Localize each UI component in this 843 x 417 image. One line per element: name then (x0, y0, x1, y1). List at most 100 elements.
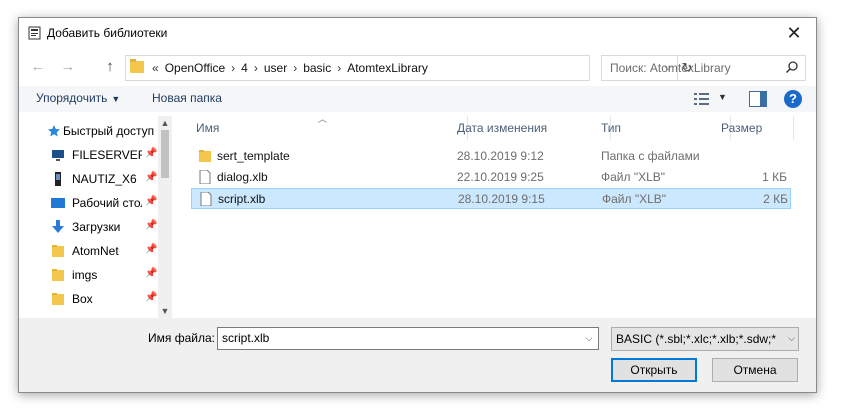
sidebar-item-fileserver[interactable]: FILESERVER 📌 (19, 144, 174, 166)
phone-icon (55, 172, 61, 186)
file-name: script.xlb (218, 192, 266, 206)
dialog-footer: Имя файла: script.xlb ⌵ BASIC (*.sbl;*.x… (19, 318, 816, 392)
navigation-pane: Быстрый доступ FILESERVER 📌 NAUTIZ_X6 📌 … (19, 116, 174, 318)
breadcrumb-item[interactable]: AtomtexLibrary (347, 61, 428, 75)
sidebar-item-label: AtomNet (72, 244, 119, 258)
new-folder-button[interactable]: Новая папка (152, 91, 222, 105)
title-bar: Добавить библиотеки ✕ (19, 18, 816, 48)
search-box[interactable]: Поиск: AtomtexLibrary (601, 55, 806, 81)
sort-ascending-icon: ︿ (318, 114, 328, 124)
sidebar-item-atomnet[interactable]: AtomNet 📌 (19, 240, 174, 262)
chevron-down-icon[interactable]: ⌵ (582, 329, 596, 348)
chevron-right-icon[interactable]: › (231, 61, 235, 75)
up-button[interactable]: ↑ (101, 58, 119, 76)
table-row[interactable]: sert_template 28.10.2019 9:12 Папка с фа… (191, 146, 791, 167)
scrollbar-thumb[interactable] (161, 130, 169, 178)
file-date: 28.10.2019 9:12 (457, 149, 544, 163)
library-icon (28, 26, 41, 40)
sidebar-item-desktop[interactable]: Рабочий стол 📌 (19, 192, 174, 214)
breadcrumb-item[interactable]: 4 (241, 61, 248, 75)
download-icon (52, 220, 64, 233)
scroll-down-icon[interactable]: ▼ (158, 306, 172, 316)
column-header-date[interactable]: Дата изменения (457, 121, 547, 135)
table-row-selected[interactable]: script.xlb 28.10.2019 9:15 Файл "XLB" 2 … (191, 188, 791, 209)
chevron-down-icon[interactable]: ▼ (718, 92, 727, 102)
sidebar-item-label: Box (72, 292, 93, 306)
help-icon[interactable]: ? (784, 90, 802, 108)
pin-icon[interactable]: 📌 (145, 292, 157, 303)
filename-value[interactable]: script.xlb (222, 331, 269, 345)
pin-icon[interactable]: 📌 (145, 244, 157, 255)
cancel-button[interactable]: Отмена (712, 358, 798, 382)
sidebar-scrollbar[interactable]: ▲ ▼ (158, 116, 172, 318)
pin-icon[interactable]: 📌 (145, 220, 157, 231)
preview-pane-icon[interactable] (749, 91, 767, 107)
column-header-size[interactable]: Размер (721, 121, 762, 135)
sidebar-item-label: NAUTIZ_X6 (72, 172, 137, 186)
organize-button[interactable]: Упорядочить ▼ (36, 91, 120, 105)
open-button[interactable]: Открыть (611, 358, 697, 382)
chevron-right-icon[interactable]: › (337, 61, 341, 75)
filename-field[interactable]: script.xlb ⌵ (217, 327, 599, 350)
file-size: 2 КБ (763, 192, 788, 206)
table-row[interactable]: dialog.xlb 22.10.2019 9:25 Файл "XLB" 1 … (191, 167, 791, 188)
file-list-header: Имя ︿ Дата изменения Тип Размер (186, 114, 794, 140)
sidebar-item-downloads[interactable]: Загрузки 📌 (19, 216, 174, 238)
breadcrumb: « OpenOffice › 4 › user › basic › AtomtexLibrary (150, 61, 432, 75)
file-type: Файл "XLB" (601, 170, 666, 184)
forward-button[interactable]: → (59, 58, 77, 76)
folder-icon (52, 269, 64, 281)
add-libraries-dialog: Добавить библиотеки ✕ ← → ↑ « OpenOffice ›… (18, 17, 817, 393)
sidebar-item-nautiz[interactable]: NAUTIZ_X6 📌 (19, 168, 174, 190)
breadcrumb-overflow[interactable]: « (152, 61, 159, 75)
chevron-down-icon[interactable]: ⌵ (788, 333, 795, 344)
pin-icon[interactable]: 📌 (145, 196, 157, 207)
close-button[interactable]: ✕ (772, 18, 816, 48)
search-icon[interactable] (785, 60, 799, 74)
breadcrumb-item[interactable]: OpenOffice (165, 61, 225, 75)
chevron-right-icon[interactable]: › (254, 61, 258, 75)
column-header-type[interactable]: Тип (601, 121, 621, 135)
folder-icon (52, 293, 64, 305)
sidebar-item-label: Загрузки (72, 220, 121, 234)
address-bar[interactable]: «OpenOffice › 4 › user › basic › AtomtexLibrary … (125, 55, 692, 81)
file-icon (200, 192, 212, 206)
pin-icon[interactable]: 📌 (145, 148, 157, 159)
chevron-down-icon: ▼ (111, 94, 121, 104)
back-button[interactable]: ← (29, 58, 47, 76)
file-name: dialog.xlb (217, 170, 268, 184)
window-title: Добавить библиотеки (47, 26, 168, 40)
column-header-name[interactable]: Имя (196, 121, 219, 135)
breadcrumb-item[interactable]: basic (303, 61, 331, 75)
file-name: sert_template (217, 149, 290, 163)
filename-label: Имя файла: (148, 331, 215, 345)
chevron-right-icon[interactable]: › (293, 61, 297, 75)
sidebar-item-quick-access[interactable]: Быстрый доступ (19, 120, 174, 142)
sidebar-item-imgs[interactable]: imgs 📌 (19, 264, 174, 286)
sidebar-item-label: imgs (72, 268, 98, 282)
pin-icon[interactable]: 📌 (145, 172, 157, 183)
command-bar: Упорядочить ▼ Новая папка ▼ ? (19, 86, 816, 112)
breadcrumb-item[interactable]: user (264, 61, 287, 75)
sidebar-item-label: Быстрый доступ (63, 124, 155, 138)
scroll-up-icon[interactable]: ▲ (158, 118, 172, 128)
pin-icon[interactable]: 📌 (145, 268, 157, 279)
sidebar-item-label: FILESERVER (72, 148, 142, 162)
star-icon (48, 125, 60, 137)
file-type-select[interactable]: BASIC (*.sbl;*.xlc;*.xlb;*.sdw;*.sx ⌵ (611, 327, 799, 351)
file-type-value: BASIC (*.sbl;*.xlc;*.xlb;*.sdw;*.sx (616, 332, 776, 346)
folder-icon (199, 150, 211, 162)
view-options-icon[interactable] (694, 92, 710, 106)
search-input[interactable]: Поиск: AtomtexLibrary (610, 61, 731, 75)
file-date: 22.10.2019 9:25 (457, 170, 544, 184)
desktop-icon (51, 198, 65, 208)
sidebar-item-box[interactable]: Box 📌 (19, 288, 174, 310)
file-size: 1 КБ (762, 170, 787, 184)
column-divider[interactable] (793, 116, 794, 140)
file-type: Папка с файлами (601, 149, 700, 163)
folder-icon (52, 245, 64, 257)
organize-label: Упорядочить (36, 91, 108, 105)
sidebar-item-label: Рабочий стол (72, 196, 142, 210)
navigation-bar: ← → ↑ « OpenOffice › 4 › user › basic › AtomtexLi… (19, 54, 816, 82)
file-type: Файл "XLB" (602, 192, 667, 206)
